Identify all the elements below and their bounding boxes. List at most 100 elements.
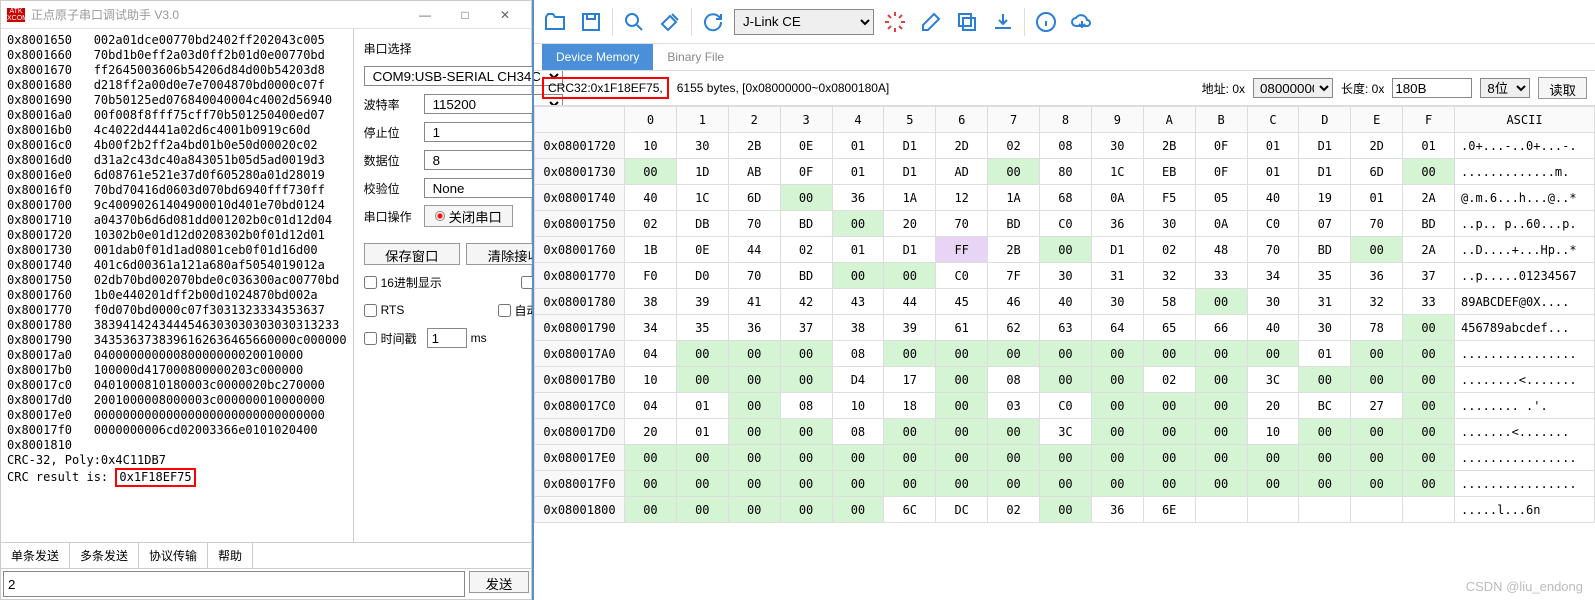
hex-display-checkbox[interactable]	[364, 276, 377, 289]
byte-cell[interactable]: 00	[936, 393, 988, 419]
byte-cell[interactable]: 00	[1403, 445, 1455, 471]
byte-cell[interactable]: 00	[1143, 471, 1195, 497]
read-button[interactable]: 读取	[1538, 77, 1587, 99]
byte-cell[interactable]: 33	[1403, 289, 1455, 315]
byte-cell[interactable]: 70	[728, 211, 780, 237]
byte-cell[interactable]: 00	[625, 445, 677, 471]
byte-cell[interactable]: 34	[625, 315, 677, 341]
byte-cell[interactable]: 63	[1040, 315, 1092, 341]
byte-cell[interactable]: 00	[780, 419, 832, 445]
byte-cell[interactable]: 00	[1195, 367, 1247, 393]
byte-cell[interactable]: 0F	[1195, 133, 1247, 159]
byte-cell[interactable]: 0A	[1195, 211, 1247, 237]
byte-cell[interactable]: 2B	[1143, 133, 1195, 159]
byte-cell[interactable]: 00	[1040, 445, 1092, 471]
byte-cell[interactable]: 10	[832, 393, 884, 419]
byte-cell[interactable]	[1403, 497, 1455, 523]
byte-cell[interactable]: 00	[1351, 341, 1403, 367]
disconnect-icon[interactable]	[880, 7, 910, 37]
byte-cell[interactable]: 00	[1091, 393, 1143, 419]
byte-cell[interactable]: 78	[1351, 315, 1403, 341]
byte-cell[interactable]: 08	[832, 419, 884, 445]
byte-cell[interactable]: 19	[1299, 185, 1351, 211]
byte-cell[interactable]: 00	[1403, 367, 1455, 393]
byte-cell[interactable]: 02	[988, 497, 1040, 523]
byte-cell[interactable]: 32	[1143, 263, 1195, 289]
byte-cell[interactable]: D1	[1299, 133, 1351, 159]
byte-cell[interactable]: 7F	[988, 263, 1040, 289]
byte-cell[interactable]: 00	[1091, 341, 1143, 367]
byte-cell[interactable]: 6E	[1143, 497, 1195, 523]
byte-cell[interactable]: 00	[988, 159, 1040, 185]
byte-cell[interactable]: 66	[1195, 315, 1247, 341]
byte-cell[interactable]: 20	[625, 419, 677, 445]
byte-cell[interactable]: 1C	[676, 185, 728, 211]
tab-multi-send[interactable]: 多条发送	[70, 543, 139, 568]
byte-cell[interactable]: 08	[1040, 133, 1092, 159]
tab-help[interactable]: 帮助	[208, 543, 253, 568]
byte-cell[interactable]: 00	[780, 497, 832, 523]
send-input[interactable]	[3, 571, 465, 597]
byte-cell[interactable]: 42	[780, 289, 832, 315]
byte-cell[interactable]: 00	[832, 471, 884, 497]
byte-cell[interactable]: 00	[884, 445, 936, 471]
byte-cell[interactable]: 00	[728, 471, 780, 497]
byte-cell[interactable]: 0E	[676, 237, 728, 263]
copy-icon[interactable]	[952, 7, 982, 37]
byte-cell[interactable]: 70	[1247, 237, 1299, 263]
byte-cell[interactable]: F0	[625, 263, 677, 289]
byte-cell[interactable]: 03	[988, 393, 1040, 419]
byte-cell[interactable]: 00	[676, 445, 728, 471]
byte-cell[interactable]	[1247, 497, 1299, 523]
byte-cell[interactable]: 40	[1247, 315, 1299, 341]
byte-cell[interactable]: FF	[936, 237, 988, 263]
byte-cell[interactable]: 07	[1299, 211, 1351, 237]
byte-cell[interactable]: 48	[1195, 237, 1247, 263]
byte-cell[interactable]: DB	[676, 211, 728, 237]
byte-cell[interactable]: 00	[1040, 367, 1092, 393]
byte-cell[interactable]: 00	[884, 341, 936, 367]
byte-cell[interactable]: 39	[676, 289, 728, 315]
byte-cell[interactable]: 00	[780, 185, 832, 211]
byte-cell[interactable]: 00	[728, 341, 780, 367]
broom-icon[interactable]	[655, 7, 685, 37]
byte-cell[interactable]: 36	[832, 185, 884, 211]
save-window-button[interactable]: 保存窗口	[364, 243, 461, 265]
info-icon[interactable]	[1031, 7, 1061, 37]
byte-cell[interactable]: 31	[1299, 289, 1351, 315]
byte-cell[interactable]: C0	[1040, 393, 1092, 419]
byte-cell[interactable]: 3C	[1040, 419, 1092, 445]
byte-cell[interactable]: 00	[1403, 341, 1455, 367]
save-icon[interactable]	[576, 7, 606, 37]
byte-cell[interactable]: BD	[780, 211, 832, 237]
autosave-checkbox[interactable]	[498, 304, 511, 317]
erase-icon[interactable]	[916, 7, 946, 37]
byte-cell[interactable]: 1A	[884, 185, 936, 211]
byte-cell[interactable]: 46	[988, 289, 1040, 315]
length-input[interactable]	[1392, 78, 1472, 98]
byte-cell[interactable]: 08	[832, 341, 884, 367]
byte-cell[interactable]: 44	[728, 237, 780, 263]
byte-cell[interactable]: 17	[884, 367, 936, 393]
jlink-select[interactable]: J-Link CE	[734, 9, 874, 35]
byte-cell[interactable]: 30	[1299, 315, 1351, 341]
byte-cell[interactable]: 2D	[936, 133, 988, 159]
byte-cell[interactable]: 00	[780, 367, 832, 393]
byte-cell[interactable]: 6C	[884, 497, 936, 523]
byte-cell[interactable]: 00	[1195, 341, 1247, 367]
byte-cell[interactable]: 00	[676, 367, 728, 393]
byte-cell[interactable]: 00	[832, 497, 884, 523]
download-icon[interactable]	[988, 7, 1018, 37]
byte-cell[interactable]: 00	[988, 445, 1040, 471]
byte-cell[interactable]: 00	[1299, 445, 1351, 471]
byte-cell[interactable]: BD	[780, 263, 832, 289]
byte-cell[interactable]: 38	[832, 315, 884, 341]
byte-cell[interactable]: 33	[1195, 263, 1247, 289]
byte-cell[interactable]: 00	[1143, 393, 1195, 419]
byte-cell[interactable]: 05	[1195, 185, 1247, 211]
byte-cell[interactable]: 2A	[1403, 185, 1455, 211]
byte-cell[interactable]: 0F	[1195, 159, 1247, 185]
byte-cell[interactable]: 00	[728, 445, 780, 471]
byte-cell[interactable]: 00	[936, 367, 988, 393]
byte-cell[interactable]: 00	[1143, 341, 1195, 367]
